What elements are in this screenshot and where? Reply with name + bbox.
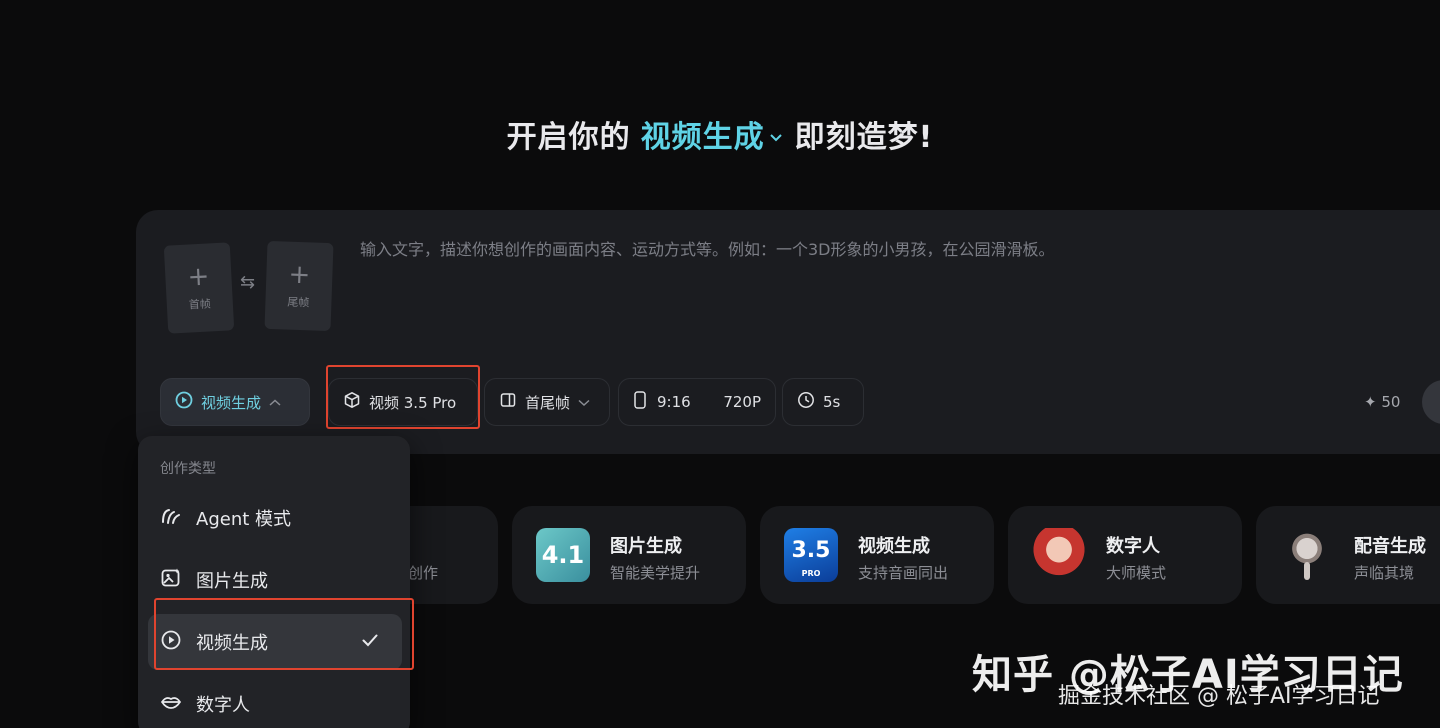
prompt-composer: + 首帧 ⇆ + 尾帧 输入文字，描述你想创作的画面内容、运动方式等。例如：一个… <box>136 210 1440 454</box>
app-root: 开启你的 视频生成 即刻造梦! + 首帧 ⇆ + 尾帧 输入文字，描述你想创作的画… <box>0 0 1440 728</box>
mode-select-label: 视频生成 <box>201 393 262 412</box>
dropdown-item-label: 图片生成 <box>196 571 268 592</box>
prompt-input[interactable]: 输入文字，描述你想创作的画面内容、运动方式等。例如：一个3D形象的小男孩，在公园… <box>360 236 1360 260</box>
credits-indicator: ✦ 50 <box>1364 393 1400 411</box>
dropdown-item-digital-human[interactable]: 数字人 <box>148 676 402 728</box>
swap-icon[interactable]: ⇆ <box>240 272 255 293</box>
last-frame-label: 尾帧 <box>287 295 310 310</box>
page-headline: 开启你的 视频生成 即刻造梦! <box>0 112 1440 156</box>
headline-suffix: 即刻造梦! <box>794 120 934 155</box>
watermark-juejin: 掘金技术社区 @ 松子AI学习日记 <box>1058 684 1380 709</box>
credits-value: 50 <box>1381 393 1401 411</box>
chevron-down-icon[interactable] <box>769 127 783 148</box>
send-button[interactable] <box>1422 380 1440 424</box>
chevron-up-icon <box>269 393 281 411</box>
plus-icon: + <box>186 261 211 293</box>
dropdown-header: 创作类型 <box>160 461 216 477</box>
phone-portrait-icon <box>633 390 647 414</box>
shortcut-subtitle: 大师模式 <box>1106 564 1167 582</box>
aspect-resolution-button[interactable]: 9:16 720P <box>618 378 776 426</box>
dropdown-item-agent[interactable]: Agent 模式 <box>148 490 402 546</box>
agent-icon <box>160 505 182 532</box>
shortcut-subtitle: 智能美学提升 <box>610 564 701 582</box>
model-highlight-box <box>326 365 480 429</box>
image-gen-icon <box>160 567 182 594</box>
shortcut-card-digital-human[interactable]: 数字人 大师模式 <box>1008 506 1242 604</box>
shortcut-title: 数字人 <box>1106 536 1160 557</box>
shortcut-card-image[interactable]: 4.1 图片生成 智能美学提升 <box>512 506 746 604</box>
aspect-ratio-label: 9:16 <box>657 393 691 411</box>
plus-icon: + <box>287 259 311 291</box>
chevron-down-icon <box>578 393 590 411</box>
frames-select-label: 首尾帧 <box>525 393 571 412</box>
frames-select-button[interactable]: 首尾帧 <box>484 378 610 426</box>
sparkle-icon: ✦ <box>1364 393 1377 411</box>
lips-icon <box>160 691 182 718</box>
mode-select-button[interactable]: 视频生成 <box>160 378 310 426</box>
creation-type-dropdown: 创作类型 Agent 模式 图片生成 视频生成 数字人 <box>138 436 410 728</box>
shortcut-subtitle: 创作 <box>408 564 439 582</box>
video-model-pro: PRO <box>801 569 821 578</box>
shortcut-card-video[interactable]: 3.5 PRO 视频生成 支持音画同出 <box>760 506 994 604</box>
panel-layout-icon <box>499 391 517 413</box>
shortcut-title: 图片生成 <box>610 536 682 557</box>
image-model-badge: 4.1 <box>536 528 590 582</box>
avatar-image <box>1032 528 1086 582</box>
shortcut-subtitle: 支持音画同出 <box>858 564 949 582</box>
last-frame-upload[interactable]: + 尾帧 <box>264 240 334 332</box>
first-frame-upload[interactable]: + 首帧 <box>163 242 235 334</box>
shortcut-title: 配音生成 <box>1354 536 1426 557</box>
duration-button[interactable]: 5s <box>782 378 864 426</box>
dropdown-item-label: Agent 模式 <box>196 509 292 530</box>
shortcut-title: 视频生成 <box>858 536 930 557</box>
resolution-label: 720P <box>723 393 761 411</box>
shortcut-subtitle: 声临其境 <box>1354 564 1415 582</box>
microphone-image <box>1280 528 1334 582</box>
first-frame-label: 首帧 <box>188 297 212 312</box>
dropdown-item-label: 数字人 <box>196 695 250 716</box>
headline-mode-selector[interactable]: 视频生成 <box>641 120 765 155</box>
shortcut-card-voiceover[interactable]: 配音生成 声临其境 <box>1256 506 1440 604</box>
video-model-version: 3.5 <box>791 538 831 563</box>
video-gen-icon <box>175 391 193 413</box>
duration-label: 5s <box>823 393 841 411</box>
headline-prefix: 开启你的 <box>506 120 631 155</box>
clock-icon <box>797 391 815 413</box>
video-model-badge: 3.5 PRO <box>784 528 838 582</box>
video-item-highlight-box <box>154 598 414 670</box>
